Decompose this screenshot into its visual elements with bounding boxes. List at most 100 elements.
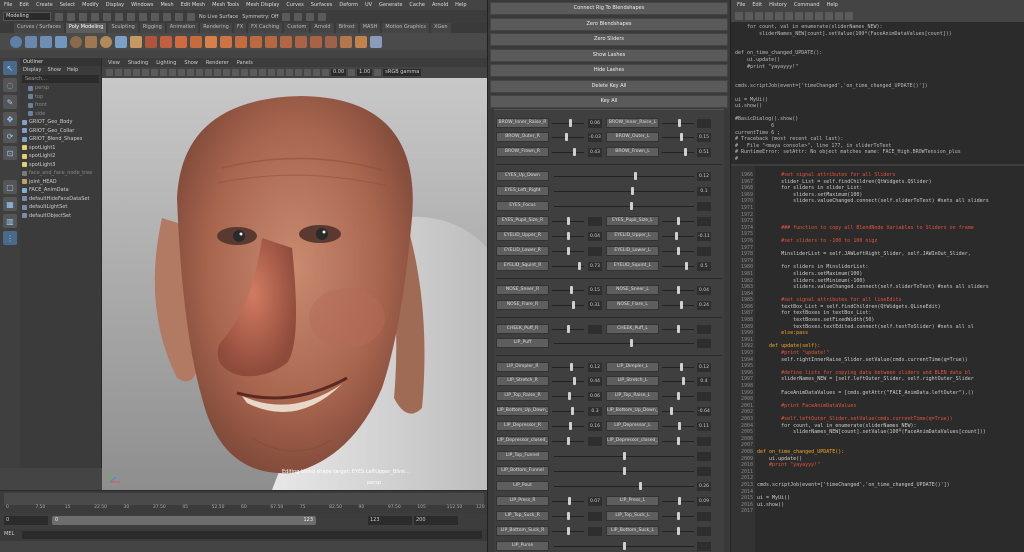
isolate-select-icon[interactable] <box>286 69 293 76</box>
value-field[interactable]: 0.44 <box>588 376 602 386</box>
select-by-component-icon[interactable] <box>139 12 147 21</box>
outliner-item[interactable]: front <box>20 101 101 110</box>
outliner-item[interactable]: GRIOT_Blend_Shapes <box>20 135 101 144</box>
value-field[interactable] <box>697 526 711 536</box>
select-camera-icon[interactable] <box>106 69 113 76</box>
show-history-icon[interactable] <box>805 12 813 20</box>
key-button-lip_dimpler_r[interactable]: LIP_Dimpler_R <box>496 362 549 372</box>
slider-eyelid_lower_l-handle[interactable] <box>676 247 680 255</box>
ambient-occlusion-icon[interactable] <box>259 69 266 76</box>
outliner-menu-display[interactable]: Display <box>23 66 41 74</box>
value-field[interactable]: 0.15 <box>588 285 602 295</box>
panel-button-zero-blendshapes[interactable]: Zero Blendshapes <box>490 17 728 31</box>
editor-menu-help[interactable]: Help <box>827 2 838 8</box>
slider-lip_dimpler_r-track[interactable] <box>552 367 584 368</box>
menu-deform[interactable]: Deform <box>339 2 358 8</box>
platonic-icon[interactable] <box>115 35 127 48</box>
outliner-search-input[interactable]: Search... <box>22 75 99 83</box>
key-button-brow_frown_l[interactable]: BROW_Frown_L <box>606 147 659 157</box>
panel-button-hide-lashes[interactable]: Hide Lashes <box>490 64 728 77</box>
value-field[interactable] <box>697 338 711 348</box>
key-button-nose_sneer_l[interactable]: NOSE_Sneer_L <box>606 285 659 295</box>
value-field[interactable]: 0.1 <box>697 186 711 196</box>
key-button-lip_pout[interactable]: LIP_Pout <box>496 481 549 491</box>
value-field[interactable]: 0.73 <box>588 261 602 271</box>
value-field[interactable]: 0.06 <box>588 118 602 128</box>
menu-uv[interactable]: UV <box>365 2 372 8</box>
super-shape-icon[interactable] <box>130 35 142 48</box>
slider-eyelid_upper_l-track[interactable] <box>662 236 694 237</box>
slider-lip_depressor_l-handle[interactable] <box>678 422 682 430</box>
shelf-tab[interactable]: Motion Graphics <box>382 23 430 33</box>
key-button-eyelid_lower_r[interactable]: EYELID_Lower_R <box>496 246 549 256</box>
poly-cube-icon[interactable] <box>25 35 37 48</box>
textured-icon[interactable] <box>232 69 239 76</box>
editor-menu-history[interactable]: History <box>769 2 787 8</box>
single-layout-icon[interactable]: ▢ <box>3 180 17 194</box>
slider-eyelid_lower_r-handle[interactable] <box>566 247 570 255</box>
bevel-icon[interactable] <box>250 35 262 48</box>
slider-lip_pout-handle[interactable] <box>639 482 643 490</box>
key-button-lip_depressor_closed_l[interactable]: LIP_Depressor_closed_L <box>606 436 659 446</box>
outliner-item[interactable]: joint_HEAD <box>20 178 101 187</box>
key-button-lip_top_suck_l[interactable]: LIP_Top_Suck_L <box>606 511 659 521</box>
xray-icon[interactable] <box>295 69 302 76</box>
poly-plane-icon[interactable] <box>85 35 97 48</box>
slider-lip_top_suck_l-handle[interactable] <box>676 512 680 520</box>
slider-nose_sneer_r-handle[interactable] <box>569 286 573 294</box>
key-button-lip_stretch_l[interactable]: LIP_Stretch_L <box>606 376 659 386</box>
slider-brow_outer_r-handle[interactable] <box>565 133 569 141</box>
slider-nose_flare_l-track[interactable] <box>662 305 694 306</box>
slider-lip_puff-handle[interactable] <box>629 339 633 347</box>
outliner-item[interactable]: FACE_AnimData <box>20 186 101 195</box>
value-field[interactable]: -0.11 <box>697 231 711 241</box>
menu-modify[interactable]: Modify <box>82 2 99 8</box>
value-field[interactable]: 0.15 <box>697 132 711 142</box>
menu-generate[interactable]: Generate <box>379 2 402 8</box>
value-field[interactable] <box>588 511 602 521</box>
menu-create[interactable]: Create <box>36 2 53 8</box>
poly-sphere-icon[interactable] <box>10 35 22 48</box>
end-time-field[interactable]: 123 <box>368 516 412 525</box>
clear-history-icon[interactable] <box>775 12 783 20</box>
key-button-lip_puff[interactable]: LIP_Puff <box>496 338 549 348</box>
outliner-item[interactable]: GRIOT_Geo_Body <box>20 118 101 127</box>
smooth-icon[interactable] <box>175 35 187 48</box>
key-button-eyelid_squint_r[interactable]: EYELID_Squint_R <box>496 261 549 271</box>
outliner-item[interactable]: GRIOT_Geo_Collar <box>20 127 101 136</box>
outliner-menu-help[interactable]: Help <box>67 66 78 74</box>
outliner-menu-show[interactable]: Show <box>47 66 61 74</box>
slider-brow_inner_raise_r-handle[interactable] <box>568 119 572 127</box>
outer-end-time-field[interactable]: 200 <box>414 516 458 525</box>
slider-nose_sneer_r-track[interactable] <box>552 290 584 291</box>
field-chart-icon[interactable] <box>178 69 185 76</box>
shelf-tab[interactable]: Sculpting <box>108 23 138 33</box>
motion-blur-icon[interactable] <box>268 69 275 76</box>
value-field[interactable] <box>697 541 711 551</box>
key-button-eyelid_squint_l[interactable]: EYELID_Squint_L <box>606 261 659 271</box>
value-field[interactable]: 0.26 <box>697 481 711 491</box>
slider-brow_frown_r-handle[interactable] <box>572 148 576 156</box>
key-button-lip_purse[interactable]: LIP_Purse <box>496 541 549 551</box>
paint-select-icon[interactable]: ✎ <box>3 95 17 109</box>
value-field[interactable] <box>588 246 602 256</box>
select-by-object-icon[interactable] <box>127 12 135 21</box>
slider-brow_outer_l-handle[interactable] <box>679 133 683 141</box>
key-button-lip_top_raise_r[interactable]: LIP_Top_Raise_R <box>496 391 549 401</box>
shelf-tab[interactable]: Curves / Surfaces <box>14 23 64 33</box>
outliner-item[interactable]: defaultLightSet <box>20 203 101 212</box>
value-field[interactable]: -0.64 <box>697 406 711 416</box>
outliner-item[interactable]: top <box>20 93 101 102</box>
key-button-brow_inner_raise_r[interactable]: BROW_Inner_Raise_R <box>496 118 549 128</box>
menu-set-dropdown[interactable]: Modeling <box>3 12 51 21</box>
slider-brow_inner_raise_l-handle[interactable] <box>678 119 682 127</box>
time-slider[interactable]: 0 7.50 15 22.50 30 37.50 45 52.50 60 67.50 75 82.50… <box>0 490 487 513</box>
slider-eyes_pupil_size_l-handle[interactable] <box>676 217 680 225</box>
clear-all-icon[interactable] <box>795 12 803 20</box>
slider-lip_depressor_closed_l-handle[interactable] <box>676 437 680 445</box>
extrude-icon[interactable] <box>220 35 232 48</box>
snap-surface-icon[interactable] <box>187 12 195 21</box>
shelf-tab[interactable]: XGen <box>431 23 451 33</box>
slider-eyelid_upper_l-handle[interactable] <box>674 232 678 240</box>
slider-lip_bottom_up_down_l-handle[interactable] <box>670 407 674 415</box>
